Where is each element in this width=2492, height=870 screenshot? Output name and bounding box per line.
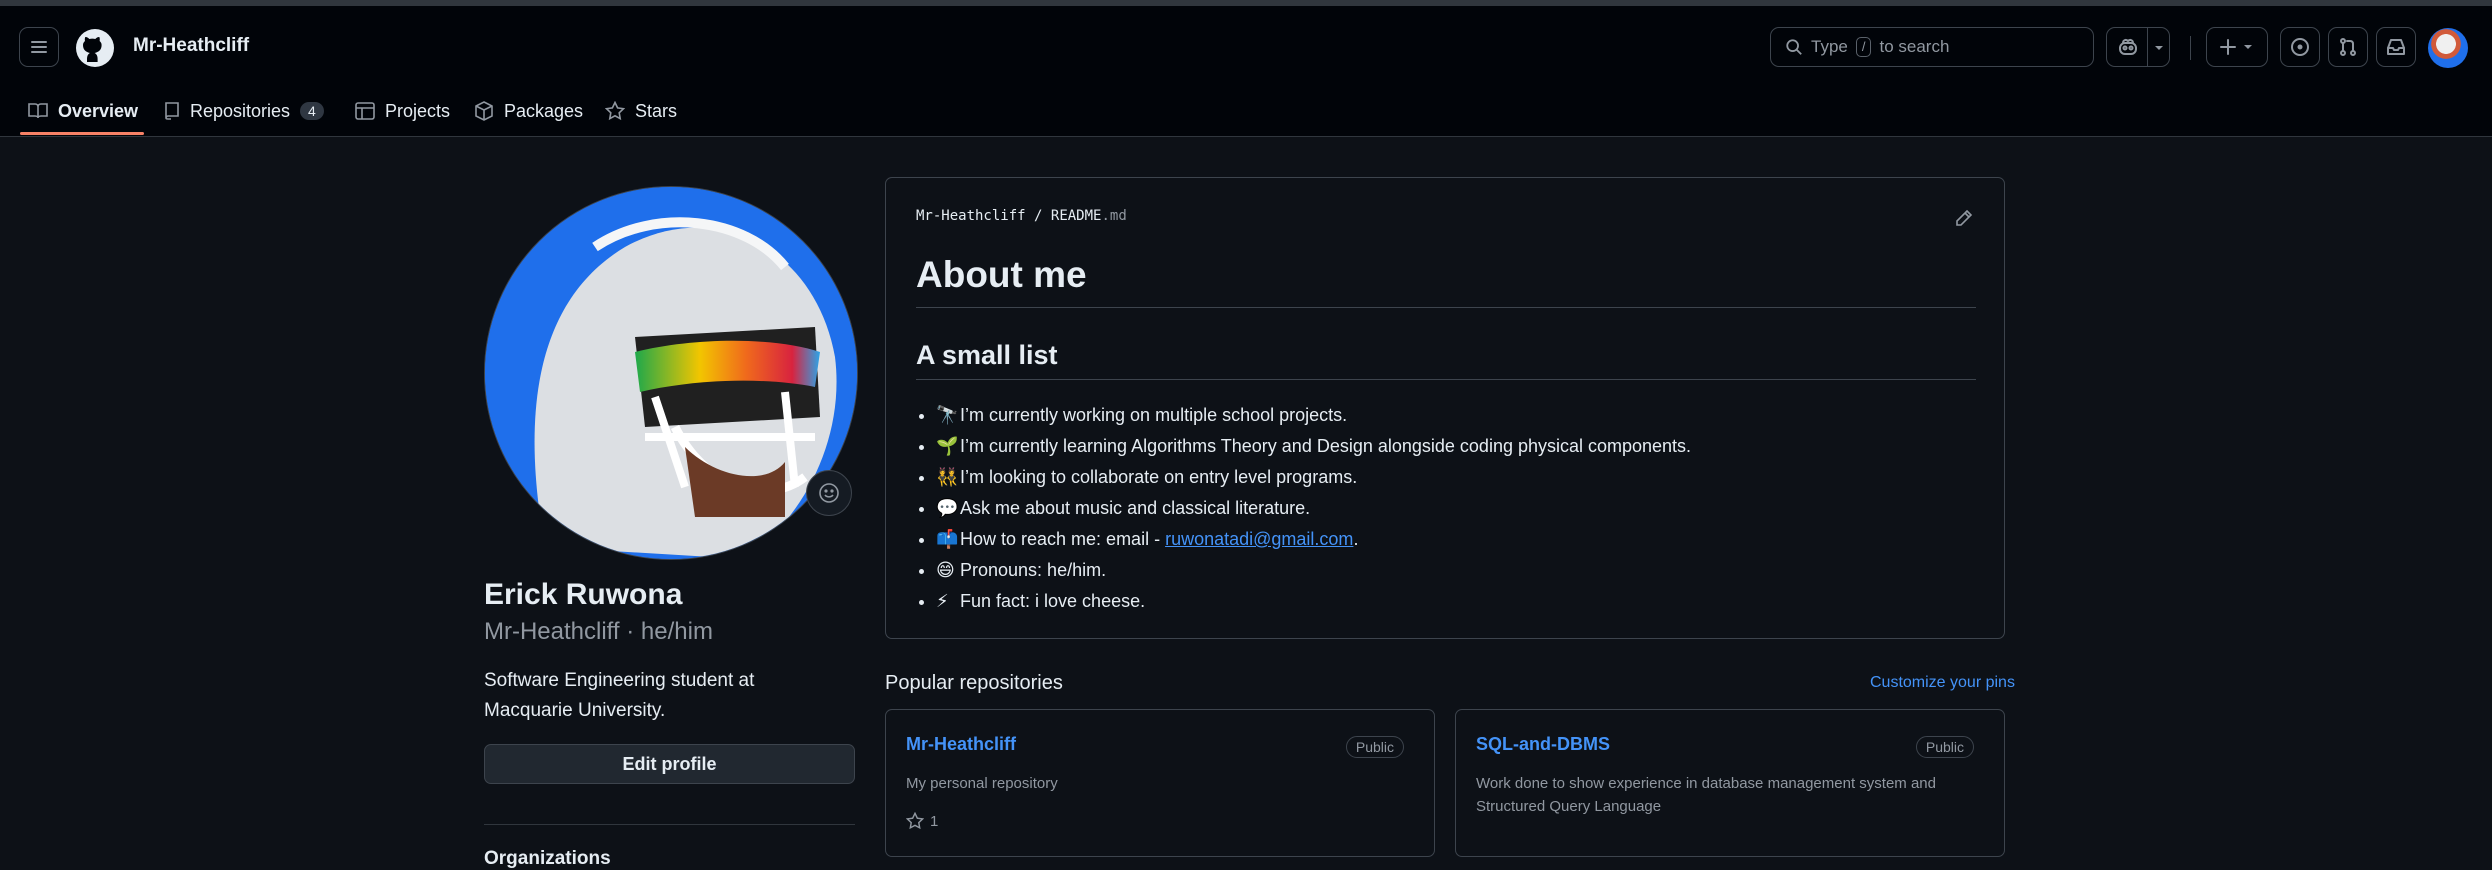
list-item-text: I’m currently learning Algorithms Theory…	[960, 436, 1692, 456]
readme-path-file[interactable]: README	[1051, 208, 1102, 224]
tab-repositories[interactable]: Repositories 4	[164, 86, 324, 136]
issue-opened-icon	[2291, 38, 2309, 56]
profile-full-name: Erick Ruwona	[484, 578, 683, 611]
tab-stars[interactable]: Stars	[605, 86, 677, 136]
heading-rule	[916, 307, 1976, 308]
subheading-rule	[916, 379, 1976, 380]
helmet-photo	[485, 187, 857, 559]
pencil-icon[interactable]	[1954, 208, 1974, 228]
visibility-badge: Public	[1345, 736, 1404, 758]
tab-label: Stars	[635, 100, 678, 121]
popular-repositories-heading: Popular repositories	[885, 672, 1063, 694]
tab-label: Repositories	[190, 100, 291, 121]
organizations-heading: Organizations	[484, 848, 611, 869]
user-avatar[interactable]	[2428, 28, 2468, 68]
lightning-icon: ⚡	[936, 591, 949, 611]
repo-card: Mr-Heathcliff Public My personal reposit…	[885, 709, 1435, 857]
seedling-icon: 🌱	[936, 436, 959, 456]
header-divider	[2190, 36, 2191, 60]
readme-card: Mr-Heathcliff / README.md About me A sma…	[885, 177, 2005, 639]
list-item-text: I’m currently working on multiple school…	[960, 405, 1348, 425]
visibility-badge: Public	[1915, 736, 1974, 758]
telescope-icon: 🔭	[936, 405, 959, 425]
star-icon	[906, 812, 924, 830]
readme-heading: About me	[916, 254, 1087, 295]
search-input[interactable]: Type / to search	[1770, 27, 2094, 67]
list-item: 🌱I’m currently learning Algorithms Theor…	[936, 431, 1986, 462]
repo-name-link[interactable]: Mr-Heathcliff	[906, 734, 1016, 755]
chevron-down-icon	[2155, 46, 2163, 50]
tab-label: Projects	[385, 100, 451, 121]
repo-card: SQL-and-DBMS Public Work done to show ex…	[1455, 709, 2005, 857]
repositories-count: 4	[300, 102, 324, 120]
active-tab-indicator	[20, 132, 144, 135]
tab-packages[interactable]: Packages	[474, 86, 583, 136]
repo-name-link[interactable]: SQL-and-DBMS	[1476, 734, 1610, 755]
menu-button[interactable]	[19, 27, 59, 67]
search-shortcut-key: /	[1855, 37, 1872, 57]
git-pull-request-icon	[2340, 38, 2356, 56]
github-logo-icon[interactable]	[75, 28, 115, 68]
smile-icon: 😄	[936, 560, 955, 580]
readme-path-ext: .md	[1101, 208, 1127, 224]
list-item: 💬Ask me about music and classical litera…	[936, 493, 1986, 524]
readme-list: 🔭I’m currently working on multiple schoo…	[916, 400, 1986, 617]
list-item: 😄Pronouns: he/him.	[936, 555, 1986, 586]
readme-path-separator: /	[1034, 208, 1043, 224]
mailbox-icon: 📫	[936, 529, 959, 549]
list-item-text: Ask me about music and classical literat…	[960, 498, 1311, 518]
set-status-button[interactable]	[806, 470, 852, 516]
profile-avatar[interactable]	[484, 186, 858, 560]
repo-description: My personal repository	[906, 775, 1058, 792]
copilot-button[interactable]	[2106, 27, 2170, 67]
tab-label: Packages	[504, 100, 584, 121]
list-item-text: I’m looking to collaborate on entry leve…	[960, 467, 1358, 487]
star-count: 1	[930, 812, 939, 830]
profile-handle: Mr-Heathcliff · he/him	[484, 618, 713, 645]
list-item: 🔭I’m currently working on multiple schoo…	[936, 400, 1986, 431]
smiley-icon	[819, 483, 839, 503]
customize-pins-link[interactable]: Customize your pins	[1870, 674, 2015, 692]
global-header: Mr-Heathcliff Type / to search Overview …	[0, 6, 2492, 137]
star-icon	[605, 101, 625, 121]
email-link[interactable]: ruwonatadi@gmail.com	[1165, 529, 1353, 549]
list-item-text: Fun fact: i love cheese.	[960, 591, 1146, 611]
plus-icon	[2220, 39, 2252, 55]
readme-path: Mr-Heathcliff / README.md	[916, 208, 1127, 224]
book-icon	[28, 103, 48, 119]
package-icon	[475, 101, 493, 121]
list-item-suffix: .	[1353, 529, 1359, 549]
hamburger-icon	[31, 41, 47, 53]
issues-button[interactable]	[2280, 27, 2320, 67]
sidebar-divider	[484, 824, 855, 825]
readme-subheading: A small list	[916, 340, 1058, 370]
search-suffix: to search	[1879, 37, 1950, 56]
search-prefix: Type	[1811, 37, 1848, 56]
list-item: 📫How to reach me: email - ruwonatadi@gma…	[936, 524, 1986, 555]
inbox-button[interactable]	[2376, 27, 2416, 67]
list-item-text: How to reach me: email -	[960, 529, 1166, 549]
tab-overview[interactable]: Overview	[28, 86, 138, 136]
repo-icon	[165, 102, 179, 120]
tab-projects[interactable]: Projects	[355, 86, 450, 136]
speech-balloon-icon: 💬	[936, 498, 959, 518]
list-item: 👯I’m looking to collaborate on entry lev…	[936, 462, 1986, 493]
list-item-text: Pronouns: he/him.	[960, 560, 1107, 580]
inbox-icon	[2387, 39, 2405, 55]
search-icon	[1786, 39, 1802, 55]
repo-stars[interactable]: 1	[906, 812, 938, 830]
copilot-icon	[2119, 38, 2137, 55]
table-icon	[355, 102, 375, 120]
create-new-button[interactable]	[2206, 27, 2268, 67]
repo-description: Work done to show experience in database…	[1476, 775, 1936, 815]
tab-label: Overview	[58, 100, 139, 121]
dancers-icon: 👯	[936, 467, 959, 487]
edit-profile-button[interactable]: Edit profile	[484, 744, 855, 784]
readme-path-user[interactable]: Mr-Heathcliff	[916, 208, 1026, 224]
profile-bio: Software Engineering student at Macquari…	[484, 670, 755, 721]
pull-requests-button[interactable]	[2328, 27, 2368, 67]
header-username[interactable]: Mr-Heathcliff	[133, 35, 249, 57]
list-item: ⚡ Fun fact: i love cheese.	[936, 586, 1986, 617]
